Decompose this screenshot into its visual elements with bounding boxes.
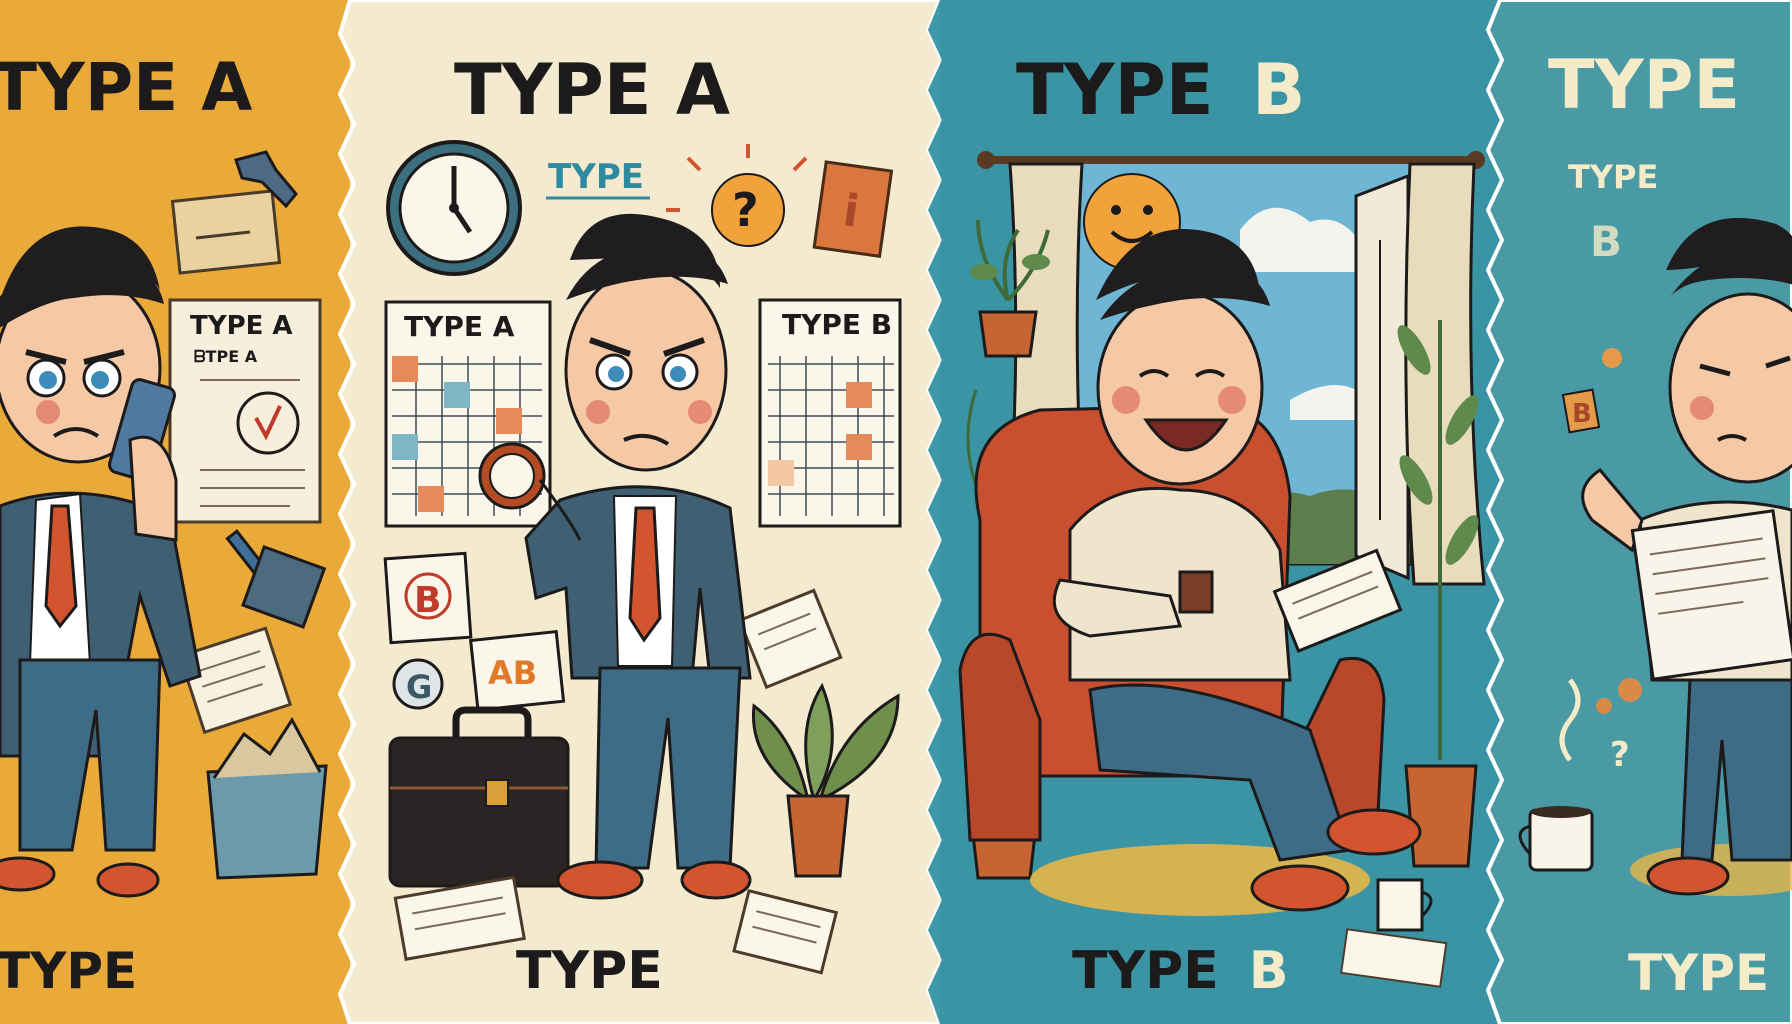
panel-1-title: TYPE A — [0, 49, 252, 126]
panel-type-a-left: TYPE A TYPE TYPE A ᗷTPE A — [0, 0, 350, 1024]
calendar-right-title: TYPE B — [782, 308, 892, 341]
panel-4-title: TYPE — [1548, 46, 1740, 125]
flying-paper — [170, 189, 282, 275]
svg-text:AB: AB — [488, 654, 537, 692]
panel-type-b-right: TYPE TYPE B TYPE B ? — [1485, 0, 1792, 1024]
panel-4-big-letter: B — [1590, 217, 1622, 266]
sticky-card: i — [812, 160, 894, 258]
panel-3-footer: TYPE B — [1072, 941, 1289, 1001]
poster-subtitle: ᗷTPE A — [194, 347, 258, 366]
scene-svg: TYPE A TYPE TYPE A ᗷTPE A TYPE A TYPE TY… — [0, 0, 1792, 1024]
calendar-type-b: TYPE B — [758, 298, 902, 528]
panel-2-title: TYPE A — [454, 49, 730, 131]
illustration-scene: TYPE A TYPE TYPE A ᗷTPE A TYPE A TYPE TY… — [0, 0, 1792, 1024]
svg-text:G: G — [406, 668, 432, 706]
panel-4-footer: TYPE — [1628, 944, 1769, 1002]
svg-text:B: B — [414, 580, 441, 621]
svg-text:B: B — [1572, 399, 1592, 429]
note-b: B — [383, 551, 473, 645]
paper-sheet-icon — [1630, 509, 1792, 681]
calendar-left-title: TYPE A — [404, 310, 515, 343]
question-mark-text: ? — [732, 183, 759, 237]
panel-4-small-label: TYPE — [1568, 158, 1658, 196]
type-label: TYPE — [548, 157, 644, 197]
poster-title: TYPE A — [190, 311, 293, 341]
floating-tag-b: B — [1561, 388, 1601, 434]
panel-1-footer: TYPE — [0, 942, 137, 1000]
panel-type-b-center: TYPE B TYPE B — [928, 0, 1502, 1024]
note-ab: AB — [469, 629, 566, 712]
type-a-poster: TYPE A ᗷTPE A — [168, 298, 322, 524]
panel-4-question: ? — [1610, 735, 1630, 775]
panel-type-a-center: TYPE A TYPE TYPE ? i TYPE A TYPE B B G A… — [337, 0, 945, 1024]
panel-2-footer: TYPE — [516, 941, 663, 1001]
coffee-mug-icon — [1178, 570, 1214, 614]
wall-clock-icon — [386, 140, 522, 276]
note-g: G — [392, 658, 444, 710]
floor-mug-icon — [1376, 878, 1433, 932]
panel-3-title: TYPE B — [1016, 49, 1305, 131]
